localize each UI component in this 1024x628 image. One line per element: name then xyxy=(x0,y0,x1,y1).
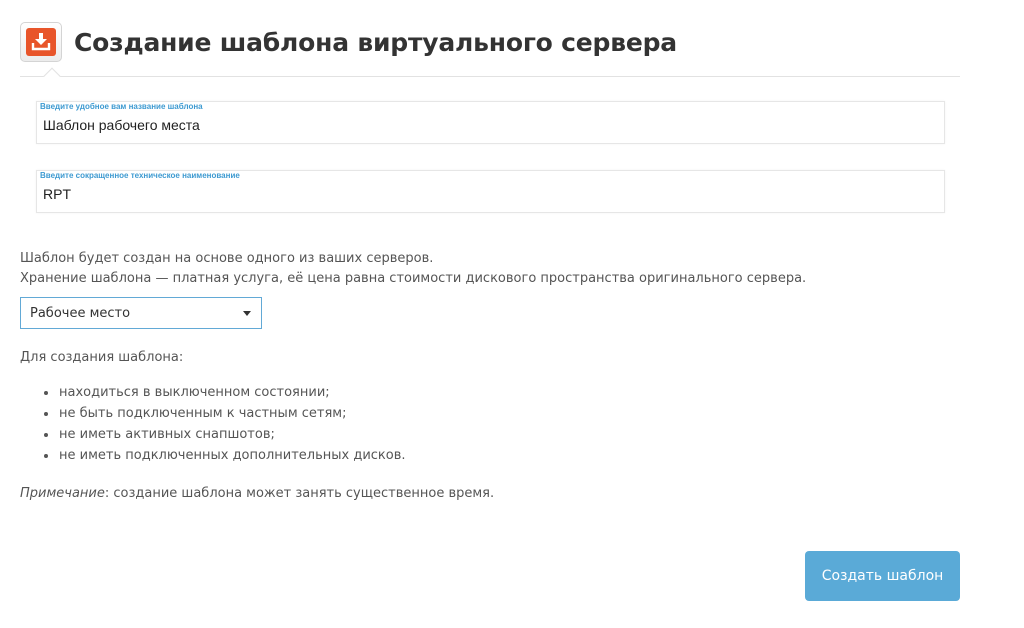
download-icon xyxy=(20,22,62,62)
note-label: Примечание xyxy=(20,486,105,501)
template-name-field[interactable]: Введите удобное вам название шаблона Шаб… xyxy=(36,101,945,144)
header-divider xyxy=(20,76,960,77)
list-item: не быть подключенным к частным сетям; xyxy=(44,403,406,424)
page-header: Создание шаблона виртуального сервера xyxy=(20,20,677,64)
requirements-title: Для создания шаблона: xyxy=(20,350,184,365)
page-title: Создание шаблона виртуального сервера xyxy=(74,27,677,57)
server-select[interactable]: Рабочее место xyxy=(20,297,262,329)
template-name-value[interactable]: Шаблон рабочего места xyxy=(43,117,200,133)
template-code-label: Введите сокращенное техническое наименов… xyxy=(40,171,240,180)
chevron-down-icon[interactable] xyxy=(243,311,251,316)
create-template-button[interactable]: Создать шаблон xyxy=(805,551,960,601)
server-select-value: Рабочее место xyxy=(30,305,131,321)
description-line-1: Шаблон будет создан на основе одного из … xyxy=(20,251,434,266)
list-item: не иметь подключенных дополнительных дис… xyxy=(44,445,406,466)
description-line-2: Хранение шаблона — платная услуга, её це… xyxy=(20,271,807,286)
template-name-label: Введите удобное вам название шаблона xyxy=(40,102,203,111)
list-item: не иметь активных снапшотов; xyxy=(44,424,406,445)
divider-notch xyxy=(43,67,61,85)
template-description: Шаблон будет создан на основе одного из … xyxy=(20,249,806,289)
note: Примечание: создание шаблона может занят… xyxy=(20,486,494,501)
list-item: находиться в выключенном состоянии; xyxy=(44,382,406,403)
template-code-field[interactable]: Введите сокращенное техническое наименов… xyxy=(36,170,945,213)
requirements-list: находиться в выключенном состоянии; не б… xyxy=(44,382,406,466)
template-code-value[interactable]: RPT xyxy=(43,186,71,202)
note-text: : создание шаблона может занять существе… xyxy=(104,486,495,501)
